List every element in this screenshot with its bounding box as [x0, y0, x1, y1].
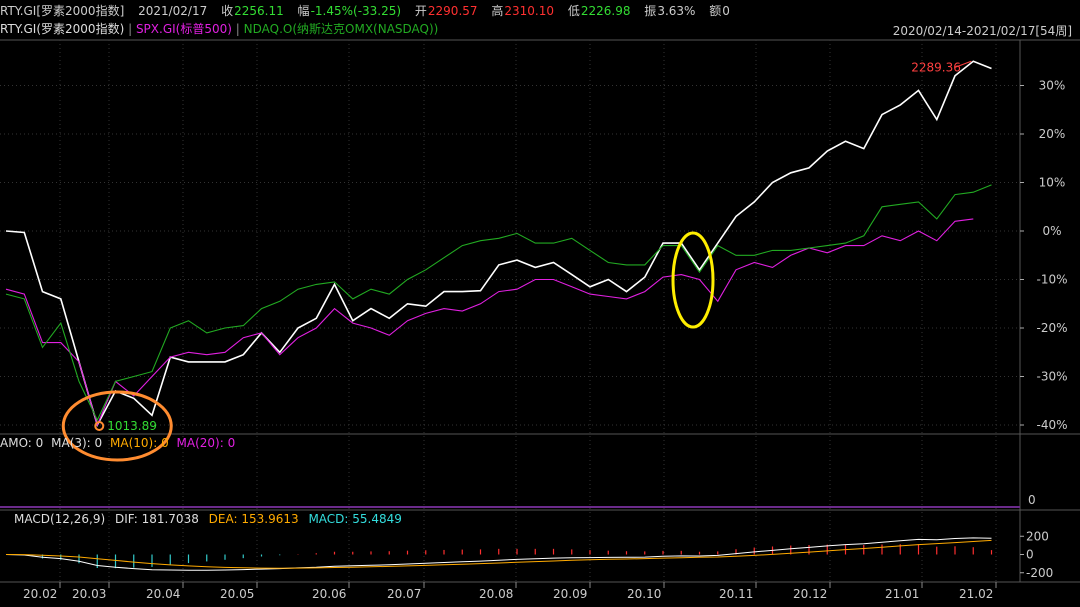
macd-title: MACD(12,26,9) [14, 512, 106, 526]
spx-line [5, 218, 974, 427]
x-tick-label: 21.02 [959, 587, 993, 601]
x-tick-label: 20.09 [553, 587, 587, 601]
x-tick-label: 20.03 [72, 587, 106, 601]
y-tick-label: 30% [1039, 79, 1066, 93]
amo-legend: AMO: 0 MA(3): 0 MA(10): 0 MA(20): 0 [0, 436, 235, 450]
x-tick-label: 20.07 [387, 587, 421, 601]
amo-label: AMO: 0 [0, 436, 44, 450]
macd-y-tick-label: -200 [1026, 566, 1053, 580]
ma3-label: MA(3): 0 [51, 436, 103, 450]
x-tick-label: 20.04 [146, 587, 180, 601]
x-tick-label: 20.08 [479, 587, 513, 601]
macd-y-tick-label: 0 [1026, 548, 1034, 562]
y-tick-label: -20% [1036, 321, 1067, 335]
min-marker [94, 421, 105, 431]
x-tick-label: 20.06 [312, 587, 346, 601]
max-value-label: 2289.36 [911, 60, 961, 74]
x-tick-label: 20.10 [627, 587, 661, 601]
ma10-label: MA(10): 0 [110, 436, 169, 450]
x-tick-label: 20.11 [719, 587, 753, 601]
macd-y-tick-label: 200 [1026, 529, 1049, 543]
ndaq-line [5, 184, 992, 422]
x-tick-label: 20.05 [220, 587, 254, 601]
x-tick-label: 20.12 [793, 587, 827, 601]
amo-y-tick-label: 0 [1028, 493, 1036, 507]
y-tick-label: -30% [1036, 370, 1067, 384]
y-tick-label: 20% [1039, 127, 1066, 141]
x-tick-label: 20.02 [23, 587, 57, 601]
dea-label: DEA: 153.9613 [208, 512, 299, 526]
min-value-label: 1013.89 [107, 419, 157, 433]
macd-value-label: MACD: 55.4849 [308, 512, 402, 526]
macd-legend: MACD(12,26,9) DIF: 181.7038 DEA: 153.961… [0, 512, 402, 526]
x-tick-label: 21.01 [885, 587, 919, 601]
ma20-label: MA(20): 0 [176, 436, 236, 450]
y-tick-label: -10% [1036, 273, 1067, 287]
dif-label: DIF: 181.7038 [114, 512, 199, 526]
y-tick-label: 0% [1042, 224, 1061, 238]
y-tick-label: -40% [1036, 418, 1067, 432]
y-tick-label: 10% [1039, 176, 1066, 190]
